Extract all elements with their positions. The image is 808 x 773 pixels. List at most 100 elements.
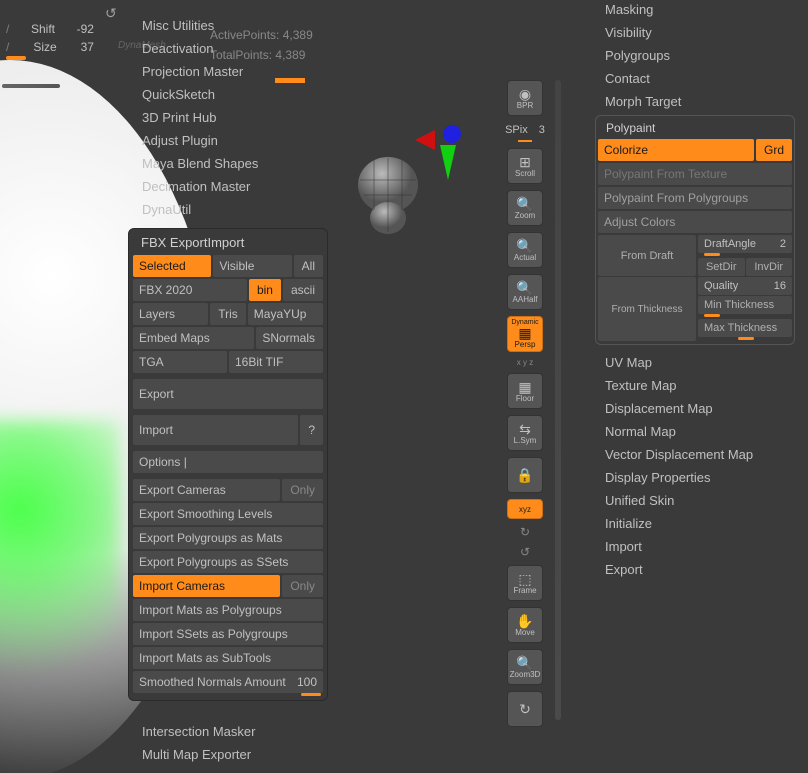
fbx-smoothed-normals-slider[interactable]: Smoothed Normals Amount100 [133,671,323,693]
menu-export[interactable]: Export [595,558,795,581]
fbx-export-cameras-button[interactable]: Export Cameras [133,479,280,501]
persp-button[interactable]: Dynamic▦Persp [507,316,543,352]
menu-import[interactable]: Import [595,535,795,558]
plugin-quicksketch[interactable]: QuickSketch [130,83,330,106]
menu-masking[interactable]: Masking [595,0,795,21]
draft-angle-slider[interactable]: DraftAngle2 [698,235,792,253]
plugin-dynautil[interactable]: DynaUtil [130,198,330,221]
bpr-button[interactable]: ◉BPR [507,80,543,116]
fbx-mayayup-button[interactable]: MayaYUp [248,303,323,325]
zoom3d-button[interactable]: 🔍Zoom3D [507,649,543,685]
fbx-16bit-tif-button[interactable]: 16Bit TIF [229,351,323,373]
floor-button[interactable]: ▦Floor [507,373,543,409]
plugin-menu: Misc Utilities Deactivation Projection M… [130,14,330,221]
fbx-layers-button[interactable]: Layers [133,303,208,325]
shift-value: -92 [77,22,94,36]
fbx-import-cameras-only-button[interactable]: Only [282,575,323,597]
panel-divider[interactable] [555,80,561,720]
plugin-multi-map-exporter[interactable]: Multi Map Exporter [130,743,330,766]
menu-vector-displacement-map[interactable]: Vector Displacement Map [595,443,795,466]
size-label: Size [33,40,56,54]
fbx-options-button[interactable]: Options | [133,451,323,473]
reset-icon[interactable]: ↺ [105,5,117,22]
menu-displacement-map[interactable]: Displacement Map [595,397,795,420]
polypaint-title[interactable]: Polypaint [598,118,792,138]
fbx-help-button[interactable]: ? [300,415,323,445]
rotate-y-icon[interactable]: ↻ [520,525,530,539]
menu-display-properties[interactable]: Display Properties [595,466,795,489]
aahalf-button[interactable]: 🔍AAHalf [507,274,543,310]
invdir-button[interactable]: InvDir [746,258,793,276]
polypaint-from-polygroups-button[interactable]: Polypaint From Polygroups [598,187,792,209]
scroll-button[interactable]: ⊞Scroll [507,148,543,184]
zoom-button[interactable]: 🔍Zoom [507,190,543,226]
fbx-panel-title[interactable]: FBX ExportImport [131,231,325,254]
xyz-indicator: x y z [517,358,533,367]
plugin-maya-blend-shapes[interactable]: Maya Blend Shapes [130,152,330,175]
xyz-button[interactable]: xyz [507,499,543,519]
extra-button[interactable]: ↻ [507,691,543,727]
plugin-intersection-masker[interactable]: Intersection Masker [130,720,330,743]
fbx-import-cameras-button[interactable]: Import Cameras [133,575,280,597]
grd-button[interactable]: Grd [756,139,792,161]
fbx-export-cameras-only-button[interactable]: Only [282,479,323,501]
size-value: 37 [81,40,94,54]
frame-button[interactable]: ⬚Frame [507,565,543,601]
menu-initialize[interactable]: Initialize [595,512,795,535]
adjust-colors-button[interactable]: Adjust Colors [598,211,792,233]
menu-uv-map[interactable]: UV Map [595,351,795,374]
polypaint-panel: Polypaint Colorize Grd Polypaint From Te… [595,115,795,345]
menu-contact[interactable]: Contact [595,67,795,90]
plugin-adjust[interactable]: Adjust Plugin [130,129,330,152]
plugin-decimation-master[interactable]: Decimation Master [130,175,330,198]
menu-unified-skin[interactable]: Unified Skin [595,489,795,512]
colorize-button[interactable]: Colorize [598,139,754,161]
fbx-export-smoothing-button[interactable]: Export Smoothing Levels [133,503,323,525]
fbx-visible-button[interactable]: Visible [213,255,291,277]
fbx-bin-button[interactable]: bin [249,279,281,301]
fbx-tris-button[interactable]: Tris [210,303,246,325]
max-thickness-slider[interactable]: Max Thickness [698,319,792,337]
polypaint-from-texture-button[interactable]: Polypaint From Texture [598,163,792,185]
quality-slider[interactable]: Quality16 [698,277,792,295]
plugin-3d-print-hub[interactable]: 3D Print Hub [130,106,330,129]
from-draft-button[interactable]: From Draft [598,235,696,276]
fbx-export-button[interactable]: Export [133,379,323,409]
fbx-import-mats-subtools-button[interactable]: Import Mats as SubTools [133,647,323,669]
left-sliders: / Shift -92 / Size 37 [0,20,100,60]
fbx-import-mats-pg-button[interactable]: Import Mats as Polygroups [133,599,323,621]
lsym-button[interactable]: ⇆L.Sym [507,415,543,451]
rotate-z-icon[interactable]: ↺ [520,545,530,559]
setdir-button[interactable]: SetDir [698,258,745,276]
fbx-export-import-panel: FBX ExportImport Selected Visible All FB… [128,228,328,701]
menu-normal-map[interactable]: Normal Map [595,420,795,443]
fbx-tga-button[interactable]: TGA [133,351,227,373]
fbx-export-pg-mats-button[interactable]: Export Polygroups as Mats [133,527,323,549]
spix-slider[interactable]: SPix 3 [505,122,545,138]
fbx-embed-maps-button[interactable]: Embed Maps [133,327,254,349]
min-thickness-slider[interactable]: Min Thickness [698,296,792,314]
from-thickness-button[interactable]: From Thickness [598,277,696,341]
lock-button[interactable]: 🔒 [507,457,543,493]
menu-polygroups[interactable]: Polygroups [595,44,795,67]
fbx-export-pg-ssets-button[interactable]: Export Polygroups as SSets [133,551,323,573]
fbx-import-ssets-pg-button[interactable]: Import SSets as Polygroups [133,623,323,645]
menu-visibility[interactable]: Visibility [595,21,795,44]
plugin-deactivation[interactable]: Deactivation [130,37,330,60]
tool-palette: Masking Visibility Polygroups Contact Mo… [595,0,795,581]
size-slider[interactable]: / Size 37 [0,38,100,56]
fbx-selected-button[interactable]: Selected [133,255,211,277]
menu-texture-map[interactable]: Texture Map [595,374,795,397]
fbx-snormals-button[interactable]: SNormals [256,327,323,349]
fbx-ascii-button[interactable]: ascii [283,279,323,301]
plugin-misc-utilities[interactable]: Misc Utilities [130,14,330,37]
fbx-all-button[interactable]: All [294,255,323,277]
plugin-projection-master[interactable]: Projection Master [130,60,330,83]
mesh-preview [350,150,430,243]
menu-morph-target[interactable]: Morph Target [595,90,795,113]
fbx-import-button[interactable]: Import [133,415,298,445]
shift-slider[interactable]: / Shift -92 [0,20,100,38]
fbx-version-button[interactable]: FBX 2020 [133,279,247,301]
actual-button[interactable]: 🔍Actual [507,232,543,268]
move-button[interactable]: ✋Move [507,607,543,643]
